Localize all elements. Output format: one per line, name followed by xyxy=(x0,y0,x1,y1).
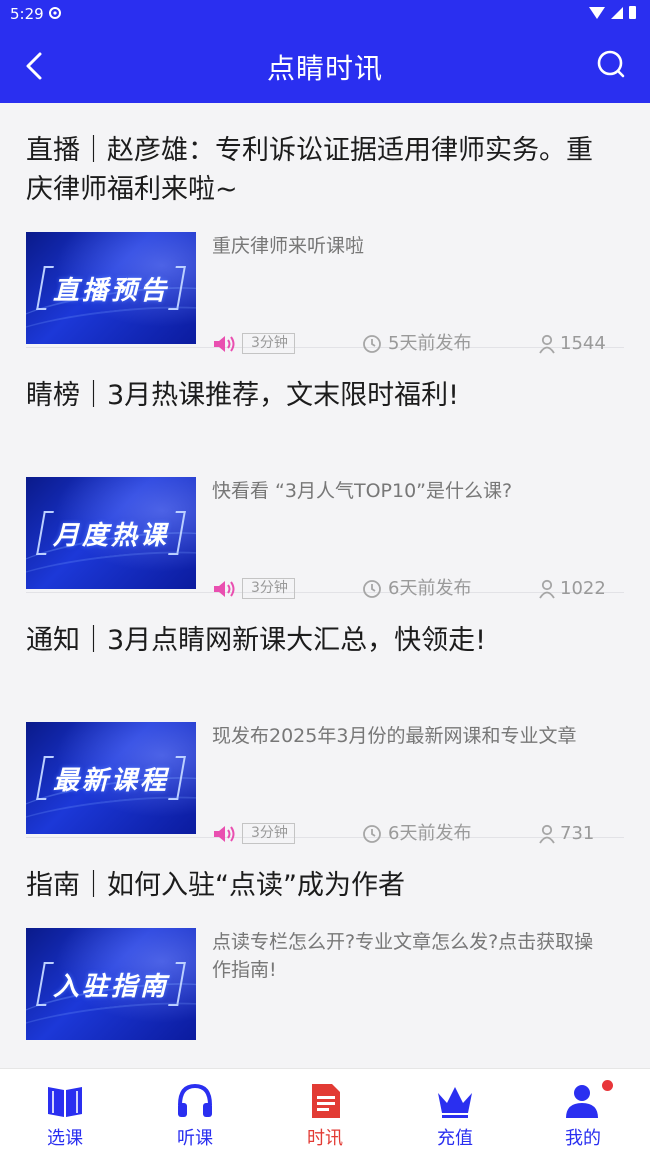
article-thumbnail: 直播预告 xyxy=(26,232,196,344)
article-card[interactable]: 直播｜赵彦雄：专利诉讼证据适用律师实务。重庆律师福利来啦~ 直播预告 重庆律师来… xyxy=(26,103,624,354)
nav-tab-courses[interactable]: 选课 xyxy=(10,1069,120,1156)
status-bar: 5:29 xyxy=(0,0,650,28)
nav-label: 时讯 xyxy=(307,1128,343,1149)
article-title: 通知｜3月点睛网新课大汇总，快领走! xyxy=(26,625,487,656)
article-summary: 快看看 “3月人气TOP10”是什么课? xyxy=(212,480,513,502)
article-summary: 重庆律师来听课啦 xyxy=(212,235,365,257)
nav-label: 我的 xyxy=(565,1128,601,1149)
article-thumbnail: 月度热课 xyxy=(26,477,196,589)
notification-badge xyxy=(602,1080,613,1091)
article-card[interactable]: 通知｜3月点睛网新课大汇总，快领走! 最新课程 现发布2025年3月份的最新网课… xyxy=(26,593,624,844)
nav-label: 充值 xyxy=(437,1128,473,1149)
user-icon xyxy=(566,1085,598,1118)
document-icon xyxy=(312,1084,340,1118)
settings-gear-icon xyxy=(48,6,62,24)
nav-label: 听课 xyxy=(177,1128,213,1149)
app-header: 5:29 点睛时讯 xyxy=(0,0,650,103)
battery-icon xyxy=(629,6,636,19)
article-title: 指南｜如何入驻“点读”成为作者 xyxy=(26,870,405,901)
status-time: 5:29 xyxy=(10,5,44,23)
article-title: 睛榜｜3月热课推荐，文末限时福利! xyxy=(26,380,460,411)
nav-tab-news[interactable]: 时讯 xyxy=(270,1069,380,1156)
wifi-icon xyxy=(589,6,605,19)
nav-tab-profile[interactable]: 我的 xyxy=(528,1069,638,1156)
headphones-icon xyxy=(178,1083,212,1117)
article-summary: 现发布2025年3月份的最新网课和专业文章 xyxy=(212,725,577,747)
nav-tab-recharge[interactable]: 充值 xyxy=(400,1069,510,1156)
article-card[interactable]: 指南｜如何入驻“点读”成为作者 入驻指南 点读专栏怎么开?专业文章怎么发?点击获… xyxy=(26,838,624,1068)
nav-label: 选课 xyxy=(47,1128,83,1149)
article-thumbnail: 最新课程 xyxy=(26,722,196,834)
search-button[interactable] xyxy=(594,48,628,82)
news-feed[interactable]: 直播｜赵彦雄：专利诉讼证据适用律师实务。重庆律师福利来啦~ 直播预告 重庆律师来… xyxy=(0,103,650,1068)
article-card[interactable]: 睛榜｜3月热课推荐，文末限时福利! 月度热课 快看看 “3月人气TOP10”是什… xyxy=(26,348,624,599)
status-indicators xyxy=(589,6,636,19)
search-icon xyxy=(597,50,625,78)
page-title: 点睛时讯 xyxy=(266,52,383,85)
article-title: 直播｜赵彦雄：专利诉讼证据适用律师实务。重庆律师福利来啦~ xyxy=(26,135,593,205)
crown-icon xyxy=(438,1087,472,1118)
article-summary: 点读专栏怎么开?专业文章怎么发?点击获取操作指南! xyxy=(212,931,594,981)
signal-icon xyxy=(611,6,623,19)
article-thumbnail: 入驻指南 xyxy=(26,928,196,1040)
book-icon xyxy=(48,1087,82,1117)
nav-tab-listen[interactable]: 听课 xyxy=(140,1069,250,1156)
bottom-nav: 选课 听课 时讯 充值 我的 xyxy=(0,1068,650,1156)
